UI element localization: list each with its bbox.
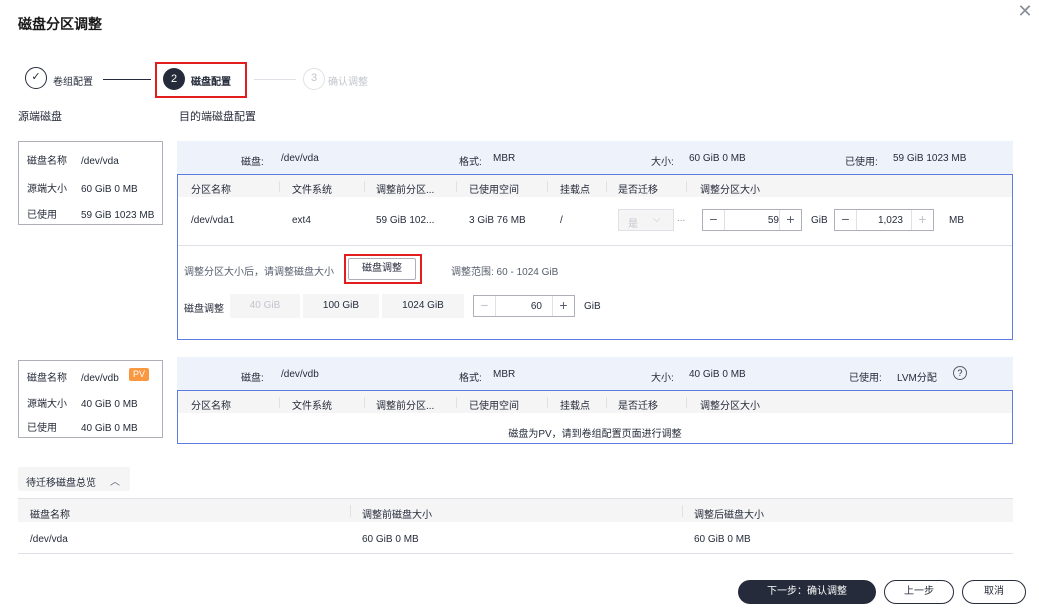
disk-size-value[interactable]: 60 xyxy=(498,301,542,312)
target-disk-vda-body: 分区名称 文件系统 调整前分区... 已使用空间 挂载点 是否迁移 调整分区大小… xyxy=(177,174,1013,340)
target-disk-vdb-body: 分区名称 文件系统 调整前分区... 已使用空间 挂载点 是否迁移 调整分区大小… xyxy=(177,390,1013,444)
step-1-check-icon: ✓ xyxy=(25,67,47,89)
partition-gib-stepper[interactable]: − 59 + xyxy=(702,209,802,231)
source-disk-vda: 磁盘名称/dev/vda 源端大小 60 GiB 0 MB 已使用 59 GiB 1… xyxy=(18,141,163,225)
src-name-row: 磁盘名称/dev/vda xyxy=(27,156,119,167)
partition-used: 3 GiB 76 MB xyxy=(469,215,526,226)
target-disk-format: MBR xyxy=(493,369,516,380)
src-size-row: 源端大小 40 GiB 0 MB xyxy=(27,399,138,410)
adjust-hint: 调整分区大小后，请调整磁盘大小 xyxy=(184,267,334,278)
cancel-button[interactable]: 取消 xyxy=(962,580,1026,604)
help-icon[interactable]: ? xyxy=(953,366,967,380)
step-2-number: 2 xyxy=(163,68,185,90)
partition-gib-value[interactable]: 59 xyxy=(727,215,779,226)
row-divider xyxy=(178,245,1012,246)
partition-before: 59 GiB 102... xyxy=(376,215,435,226)
step-3-label: 确认调整 xyxy=(328,77,368,88)
disk-adjust-label: 磁盘调整 xyxy=(184,304,224,315)
migrate-select[interactable]: 是 ⌵ xyxy=(618,209,674,231)
target-disk-used: LVM分配 xyxy=(897,373,937,384)
target-disk-format: MBR xyxy=(493,153,516,164)
minus-icon[interactable]: − xyxy=(703,210,725,230)
target-disk-name: /dev/vda xyxy=(281,153,319,164)
partition-mb-stepper[interactable]: − 1,023 + xyxy=(834,209,934,231)
summary-toggle[interactable]: 待迁移磁盘总览 ︿ xyxy=(18,467,130,491)
source-disk-heading: 源端磁盘 xyxy=(18,111,62,123)
target-disk-name: /dev/vdb xyxy=(281,369,319,380)
dialog-title: 磁盘分区调整 xyxy=(18,16,102,32)
preset-1024gib[interactable]: 1024 GiB xyxy=(382,294,464,318)
src-size-row: 源端大小 60 GiB 0 MB xyxy=(27,184,138,195)
disk-adjust-button[interactable]: 磁盘调整 xyxy=(348,258,416,280)
partition-table-header: 分区名称 文件系统 调整前分区... 已使用空间 挂载点 是否迁移 调整分区大小 xyxy=(178,175,1012,197)
chevron-down-icon: ⌵ xyxy=(653,214,661,225)
next-button[interactable]: 下一步：确认调整 xyxy=(738,580,876,604)
src-used-row: 已使用 40 GiB 0 MB xyxy=(27,423,138,434)
step-2-label: 磁盘配置 xyxy=(191,77,231,88)
adjust-range: 调整范围: 60 - 1024 GiB xyxy=(451,267,559,278)
chevron-up-icon: ︿ xyxy=(110,477,120,488)
target-disk-size: 60 GiB 0 MB xyxy=(689,153,746,164)
minus-icon[interactable]: − xyxy=(474,296,496,316)
plus-icon[interactable]: + xyxy=(911,210,933,230)
src-used-row: 已使用 59 GiB 1023 MB xyxy=(27,210,155,221)
target-disk-vdb-header: 磁盘: /dev/vdb 格式: MBR 大小: 40 GiB 0 MB 已使用… xyxy=(177,357,1013,390)
pv-badge: PV xyxy=(129,368,150,381)
prev-button[interactable]: 上一步 xyxy=(884,580,954,604)
step-line-1 xyxy=(103,79,151,80)
pv-empty-message: 磁盘为PV，请到卷组配置页面进行调整 xyxy=(508,429,682,440)
summary-table-header: 磁盘名称 调整前磁盘大小 调整后磁盘大小 xyxy=(18,498,1013,522)
src-name-row: 磁盘名称/dev/vdb xyxy=(27,373,119,384)
close-icon[interactable]: ✕ xyxy=(1016,2,1034,20)
table-row: /dev/vda 60 GiB 0 MB 60 GiB 0 MB xyxy=(18,522,1013,554)
disk-size-stepper[interactable]: − 60 + xyxy=(473,295,575,317)
target-disk-heading: 目的端磁盘配置 xyxy=(179,111,256,123)
preset-100gib[interactable]: 100 GiB xyxy=(303,294,379,318)
preset-40gib[interactable]: 40 GiB xyxy=(230,294,300,318)
step-1-label: 卷组配置 xyxy=(53,77,93,88)
plus-icon[interactable]: + xyxy=(552,296,574,316)
target-disk-used: 59 GiB 1023 MB xyxy=(893,153,967,164)
source-disk-vdb: 磁盘名称/dev/vdb PV 源端大小 40 GiB 0 MB 已使用 40 Gi… xyxy=(18,360,163,438)
step-3-number: 3 xyxy=(303,68,325,90)
minus-icon[interactable]: − xyxy=(835,210,857,230)
partition-fs: ext4 xyxy=(292,215,311,226)
plus-icon[interactable]: + xyxy=(779,210,801,230)
partition-mount: / xyxy=(560,215,563,226)
step-line-2 xyxy=(254,79,296,80)
target-disk-size: 40 GiB 0 MB xyxy=(689,369,746,380)
partition-name: /dev/vda1 xyxy=(191,215,235,226)
partition-table-header: 分区名称 文件系统 调整前分区... 已使用空间 挂载点 是否迁移 调整分区大小 xyxy=(178,391,1012,413)
partition-mb-value[interactable]: 1,023 xyxy=(859,215,903,226)
target-disk-vda-header: 磁盘: /dev/vda 格式: MBR 大小: 60 GiB 0 MB 已使用… xyxy=(177,141,1013,174)
